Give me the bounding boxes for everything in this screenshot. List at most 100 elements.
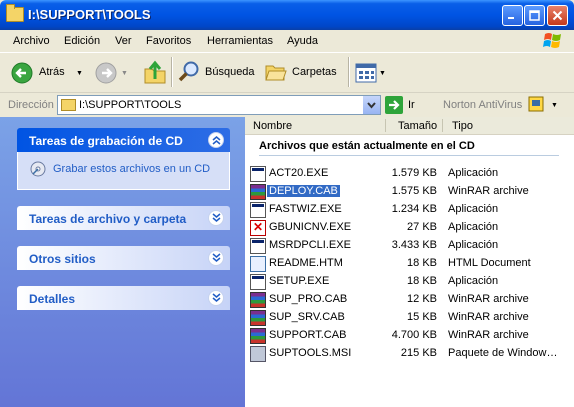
chevron-down-icon [367,102,376,109]
file-size: 27 KB [407,221,437,233]
file-size: 4.700 KB [391,329,437,341]
file-type: Aplicación [448,203,499,215]
go-label[interactable]: Ir [408,99,415,111]
file-name: DEPLOY.CAB [267,185,340,197]
cab-icon [250,328,266,344]
go-button[interactable] [385,96,403,114]
menu-favoritos[interactable]: Favoritos [146,35,191,47]
file-type: WinRAR archive [448,311,529,323]
search-label: Búsqueda [205,66,255,78]
htm-icon [250,256,266,272]
expand-icon[interactable] [208,210,224,226]
folders-label: Carpetas [292,66,337,78]
back-label: Atrás [39,66,65,78]
menu-bar: Archivo Edición Ver Favoritos Herramient… [0,30,574,53]
other-places-header[interactable]: Otros sitios [17,246,230,270]
back-button[interactable]: Atrás [8,59,74,85]
maximize-button[interactable] [524,5,545,26]
other-places-title: Otros sitios [29,252,96,266]
file-size: 15 KB [407,311,437,323]
menu-ayuda[interactable]: Ayuda [287,35,318,47]
cd-tasks-body: Grabar estos archivos en un CD [17,152,230,190]
file-row[interactable]: SETUP.EXE 18 KB Aplicación [245,273,574,291]
norton-icon[interactable] [528,96,544,112]
file-name: ACT20.EXE [269,167,329,179]
group-title: Archivos que están actualmente en el CD [259,140,475,152]
column-size[interactable]: Tamaño [398,120,437,132]
views-dropdown-icon[interactable]: ▼ [379,70,386,77]
forward-button[interactable] [95,62,117,84]
folders-button[interactable]: Carpetas [264,59,344,85]
address-dropdown-button[interactable] [362,96,380,114]
collapse-icon[interactable] [208,132,224,148]
file-name: SUP_PRO.CAB [269,293,348,305]
file-type: Aplicación [448,221,499,233]
exe-icon [250,238,266,254]
file-name: FASTWIZ.EXE [269,203,342,215]
exe-icon [250,166,266,182]
norton-antivirus-label[interactable]: Norton AntiVirus [443,99,522,111]
minimize-button[interactable] [502,5,523,26]
column-name[interactable]: Nombre [253,120,292,132]
details-header[interactable]: Detalles [17,286,230,310]
file-size: 12 KB [407,293,437,305]
address-input[interactable]: I:\SUPPORT\TOOLS [57,95,381,115]
file-row[interactable]: MSRDPCLI.EXE 3.433 KB Aplicación [245,237,574,255]
file-row[interactable]: README.HTM 18 KB HTML Document [245,255,574,273]
back-dropdown-icon[interactable]: ▼ [76,70,83,77]
burn-cd-icon [30,161,46,177]
file-size: 18 KB [407,257,437,269]
menu-edicion[interactable]: Edición [64,35,100,47]
forward-dropdown-icon[interactable]: ▼ [121,70,128,77]
file-name: SETUP.EXE [269,275,330,287]
title-bar[interactable]: I:\SUPPORT\TOOLS [0,0,574,30]
cd-tasks-header[interactable]: Tareas de grabación de CD [17,128,230,152]
close-icon [552,10,563,21]
burn-cd-link[interactable]: Grabar estos archivos en un CD [53,163,210,175]
go-arrow-icon [389,100,400,110]
exe-icon [250,274,266,290]
search-button[interactable]: Búsqueda [177,59,259,85]
toolbar-separator [348,57,350,87]
file-row[interactable]: SUPTOOLS.MSI 215 KB Paquete de Window… [245,345,574,363]
menu-ver[interactable]: Ver [115,35,132,47]
expand-icon[interactable] [208,250,224,266]
column-type[interactable]: Tipo [452,120,473,132]
file-tasks-header[interactable]: Tareas de archivo y carpeta [17,206,230,230]
cab-icon [250,310,266,326]
maximize-icon [529,10,540,21]
file-size: 215 KB [400,347,437,359]
file-row[interactable]: SUP_SRV.CAB 15 KB WinRAR archive [245,309,574,327]
cab-icon [250,292,266,308]
file-size: 1.579 KB [391,167,437,179]
file-row[interactable]: DEPLOY.CAB 1.575 KB WinRAR archive [245,183,574,201]
file-name: README.HTM [269,257,343,269]
norton-dropdown-icon[interactable]: ▼ [551,102,558,109]
file-row[interactable]: ACT20.EXE 1.579 KB Aplicación [245,165,574,183]
back-arrow-icon [11,62,33,84]
menu-archivo[interactable]: Archivo [13,35,50,47]
file-list: Nombre Tamaño Tipo Archivos que están ac… [245,117,574,407]
file-row[interactable]: SUPPORT.CAB 4.700 KB WinRAR archive [245,327,574,345]
minimize-icon [508,17,514,19]
folders-icon [265,65,287,81]
windows-logo-icon [543,33,561,48]
file-name: SUPPORT.CAB [269,329,347,341]
file-name: MSRDPCLI.EXE [269,239,351,251]
exe-icon [250,202,266,218]
close-button[interactable] [547,5,568,26]
file-type: Paquete de Window… [448,347,558,359]
up-folder-button[interactable] [143,59,167,85]
file-tasks-title: Tareas de archivo y carpeta [29,212,187,226]
expand-icon[interactable] [208,290,224,306]
file-row[interactable]: FASTWIZ.EXE 1.234 KB Aplicación [245,201,574,219]
file-row[interactable]: SUP_PRO.CAB 12 KB WinRAR archive [245,291,574,309]
file-size: 1.575 KB [391,185,437,197]
task-pane: Tareas de grabación de CD Grabar estos a… [0,117,245,407]
file-row[interactable]: GBUNICNV.EXE 27 KB Aplicación [245,219,574,237]
folder-icon [61,99,76,111]
views-button[interactable] [355,63,377,83]
menu-herramientas[interactable]: Herramientas [207,35,273,47]
file-size: 1.234 KB [391,203,437,215]
folder-icon [6,4,24,22]
